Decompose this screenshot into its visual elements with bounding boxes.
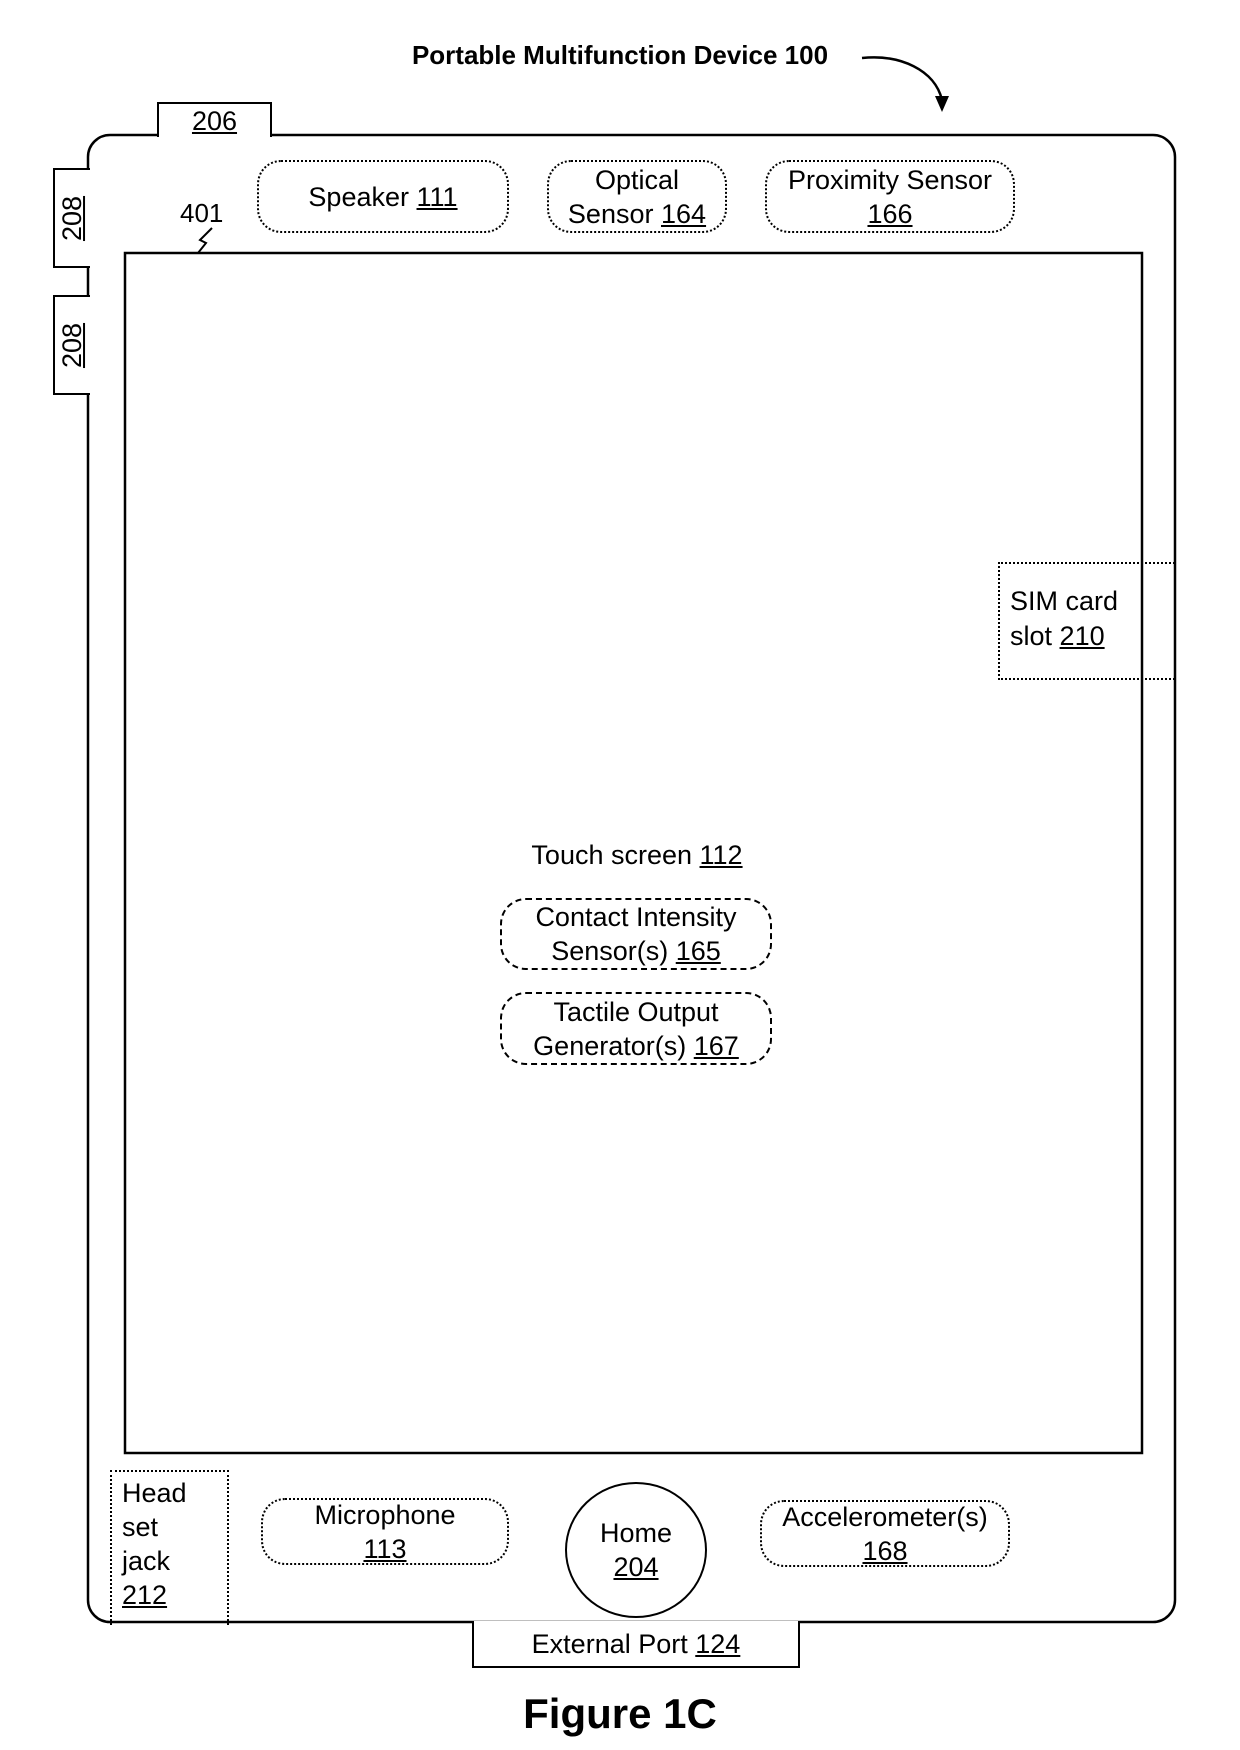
headset-line3: jack bbox=[122, 1546, 171, 1576]
proximity-label: Proximity Sensor bbox=[787, 164, 993, 195]
contact-ref: 165 bbox=[675, 936, 721, 966]
title-text: Portable Multifunction Device bbox=[411, 40, 778, 70]
contact-intensity-sensor-component: Contact Intensity Sensor(s) 165 bbox=[500, 898, 772, 970]
sim-label-line1: SIM card bbox=[1010, 586, 1119, 616]
side-button-208-upper[interactable]: 208 bbox=[53, 168, 90, 268]
tactile-ref: 167 bbox=[693, 1030, 739, 1061]
side-button-ref: 208 bbox=[57, 195, 87, 241]
accelerometer-label: Accelerometer(s) bbox=[782, 1501, 988, 1532]
external-port-label: External Port bbox=[531, 1628, 688, 1659]
screen-ref-401: 401 bbox=[180, 198, 224, 228]
title-ref: 100 bbox=[784, 40, 829, 70]
side-button-ref: 208 bbox=[57, 322, 87, 368]
accelerometer-component: Accelerometer(s) 168 bbox=[760, 1500, 1010, 1567]
sim-label-line2: slot bbox=[1010, 621, 1053, 651]
tactile-label-line1: Tactile Output bbox=[553, 996, 719, 1027]
touch-screen-ref: 112 bbox=[699, 840, 743, 870]
headset-line2: set bbox=[122, 1512, 159, 1542]
microphone-label: Microphone bbox=[314, 1499, 456, 1530]
touch-screen-label: Touch screen 112 bbox=[437, 838, 837, 872]
diagram-title: Portable Multifunction Device 100 bbox=[0, 40, 1240, 71]
external-port[interactable]: External Port 124 bbox=[472, 1621, 800, 1668]
top-button-206[interactable]: 206 bbox=[157, 102, 272, 137]
contact-label-line2: Sensor(s) bbox=[551, 936, 669, 966]
sim-card-slot[interactable]: SIM card slot 210 bbox=[998, 562, 1175, 680]
speaker-ref: 111 bbox=[416, 181, 458, 212]
speaker-component: Speaker 111 bbox=[257, 160, 509, 233]
optical-label-line2: Sensor bbox=[567, 198, 654, 229]
home-ref: 204 bbox=[613, 1552, 659, 1582]
sim-ref: 210 bbox=[1059, 621, 1105, 651]
optical-ref: 164 bbox=[661, 198, 707, 229]
home-label: Home bbox=[599, 1518, 673, 1548]
tactile-output-generator-component: Tactile Output Generator(s) 167 bbox=[500, 992, 772, 1065]
contact-label-line1: Contact Intensity bbox=[535, 902, 737, 932]
side-button-208-lower[interactable]: 208 bbox=[53, 295, 90, 395]
microphone-component: Microphone 113 bbox=[261, 1498, 509, 1565]
proximity-ref: 166 bbox=[867, 198, 913, 229]
touch-screen-text: Touch screen bbox=[531, 840, 693, 870]
home-button[interactable]: Home 204 bbox=[565, 1482, 707, 1618]
headset-ref: 212 bbox=[122, 1580, 168, 1610]
speaker-label: Speaker bbox=[308, 181, 409, 212]
optical-label-line1: Optical bbox=[594, 164, 680, 195]
title-arrowhead bbox=[935, 96, 949, 112]
figure-label: Figure 1C bbox=[523, 1690, 717, 1737]
top-button-ref: 206 bbox=[191, 105, 238, 136]
headset-line1: Head bbox=[122, 1478, 187, 1508]
optical-sensor-component: Optical Sensor 164 bbox=[547, 160, 727, 233]
headset-jack[interactable]: Head set jack 212 bbox=[110, 1470, 229, 1625]
leader-401 bbox=[197, 227, 213, 254]
proximity-sensor-component: Proximity Sensor 166 bbox=[765, 160, 1015, 233]
tactile-label-line2: Generator(s) bbox=[533, 1030, 687, 1061]
device-body bbox=[86, 133, 1177, 1624]
accelerometer-ref: 168 bbox=[862, 1535, 908, 1566]
external-port-ref: 124 bbox=[695, 1628, 741, 1659]
microphone-ref: 113 bbox=[363, 1533, 407, 1564]
